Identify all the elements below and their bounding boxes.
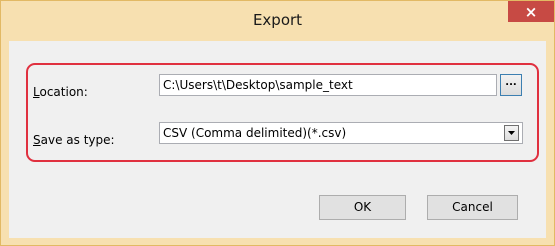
dropdown-button[interactable] <box>504 125 519 141</box>
chevron-down-icon <box>508 131 515 135</box>
title-bar[interactable]: Export × <box>1 1 554 41</box>
location-input[interactable]: C:\Users\t\Desktop\sample_text <box>159 74 497 96</box>
cancel-button[interactable]: Cancel <box>427 195 518 220</box>
save-as-type-value: CSV (Comma delimited)(*.csv) <box>163 126 347 140</box>
close-button[interactable]: × <box>508 1 554 22</box>
save-as-type-label: Save as type: <box>33 133 115 147</box>
dialog-title: Export <box>252 11 303 29</box>
location-label: Location: <box>33 85 88 99</box>
ok-button[interactable]: OK <box>319 195 406 220</box>
browse-button[interactable]: ... <box>500 74 522 96</box>
close-icon: × <box>524 2 538 21</box>
dialog-body: Location: C:\Users\t\Desktop\sample_text… <box>9 41 546 238</box>
export-dialog: Export × Location: C:\Users\t\Desktop\sa… <box>0 0 555 246</box>
save-as-type-select[interactable]: CSV (Comma delimited)(*.csv) <box>159 122 523 144</box>
